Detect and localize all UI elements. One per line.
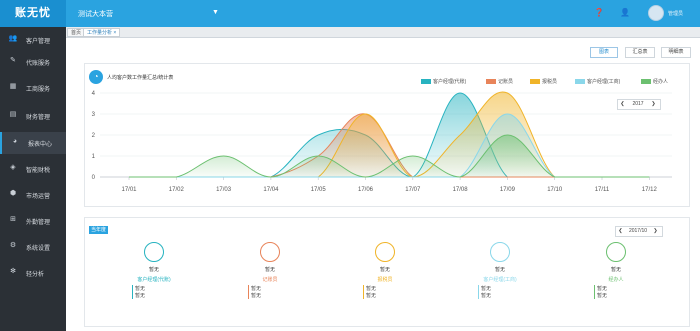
stat-detail-line: 暂无 bbox=[363, 292, 376, 299]
x-tick-label: 17/12 bbox=[642, 187, 658, 193]
stat-ring bbox=[606, 242, 626, 262]
stat-role: 客户经理(代账) bbox=[137, 277, 171, 283]
x-tick-label: 17/02 bbox=[169, 187, 185, 193]
stat-detail-line: 暂无 bbox=[248, 292, 261, 299]
stat-value: 暂无 bbox=[148, 267, 159, 273]
stat-detail-line: 暂无 bbox=[594, 292, 607, 299]
stat-detail-line: 暂无 bbox=[363, 285, 376, 292]
y-tick-label: 1 bbox=[92, 154, 96, 160]
x-tick-label: 17/10 bbox=[547, 187, 563, 193]
stat-role: 客户经理(工商) bbox=[483, 277, 517, 283]
stat-ring bbox=[375, 242, 395, 262]
x-tick-label: 17/01 bbox=[121, 187, 137, 193]
stat-ring bbox=[490, 242, 510, 262]
period-label: 2017/10 bbox=[628, 228, 648, 234]
y-tick-label: 2 bbox=[92, 133, 96, 139]
stat-value: 暂无 bbox=[264, 267, 275, 273]
stat-detail-line: 暂无 bbox=[248, 285, 261, 292]
next-period-button[interactable]: ❯ bbox=[651, 227, 660, 236]
stat-role: 报税员 bbox=[377, 277, 393, 283]
x-tick-label: 17/03 bbox=[216, 187, 232, 193]
stat-role: 记账员 bbox=[262, 277, 278, 283]
x-tick-label: 17/05 bbox=[311, 187, 327, 193]
stat-ring bbox=[144, 242, 164, 262]
x-tick-label: 17/09 bbox=[500, 187, 516, 193]
stat-value: 暂无 bbox=[494, 267, 505, 273]
stat-detail-line: 暂无 bbox=[132, 285, 145, 292]
x-tick-label: 17/04 bbox=[263, 187, 279, 193]
x-tick-label: 17/11 bbox=[595, 187, 610, 193]
prev-period-button[interactable]: ❮ bbox=[616, 227, 625, 236]
stat-role: 经办人 bbox=[608, 277, 624, 283]
y-tick-label: 0 bbox=[92, 175, 96, 181]
stat-value: 暂无 bbox=[610, 267, 621, 273]
stat-detail-line: 暂无 bbox=[594, 285, 607, 292]
y-tick-label: 4 bbox=[92, 91, 96, 97]
stat-detail-line: 暂无 bbox=[478, 285, 491, 292]
x-tick-label: 17/07 bbox=[405, 187, 421, 193]
stat-detail-line: 暂无 bbox=[478, 292, 491, 299]
stat-value: 暂无 bbox=[379, 267, 390, 273]
stat-detail-line: 暂无 bbox=[132, 292, 145, 299]
period-badge: 当年度 bbox=[89, 226, 109, 234]
x-tick-label: 17/08 bbox=[453, 187, 469, 193]
stat-ring bbox=[260, 242, 280, 262]
y-tick-label: 3 bbox=[92, 112, 96, 118]
period-pager: ❮ 2017/10 ❯ bbox=[615, 226, 663, 237]
x-tick-label: 17/06 bbox=[358, 187, 374, 193]
